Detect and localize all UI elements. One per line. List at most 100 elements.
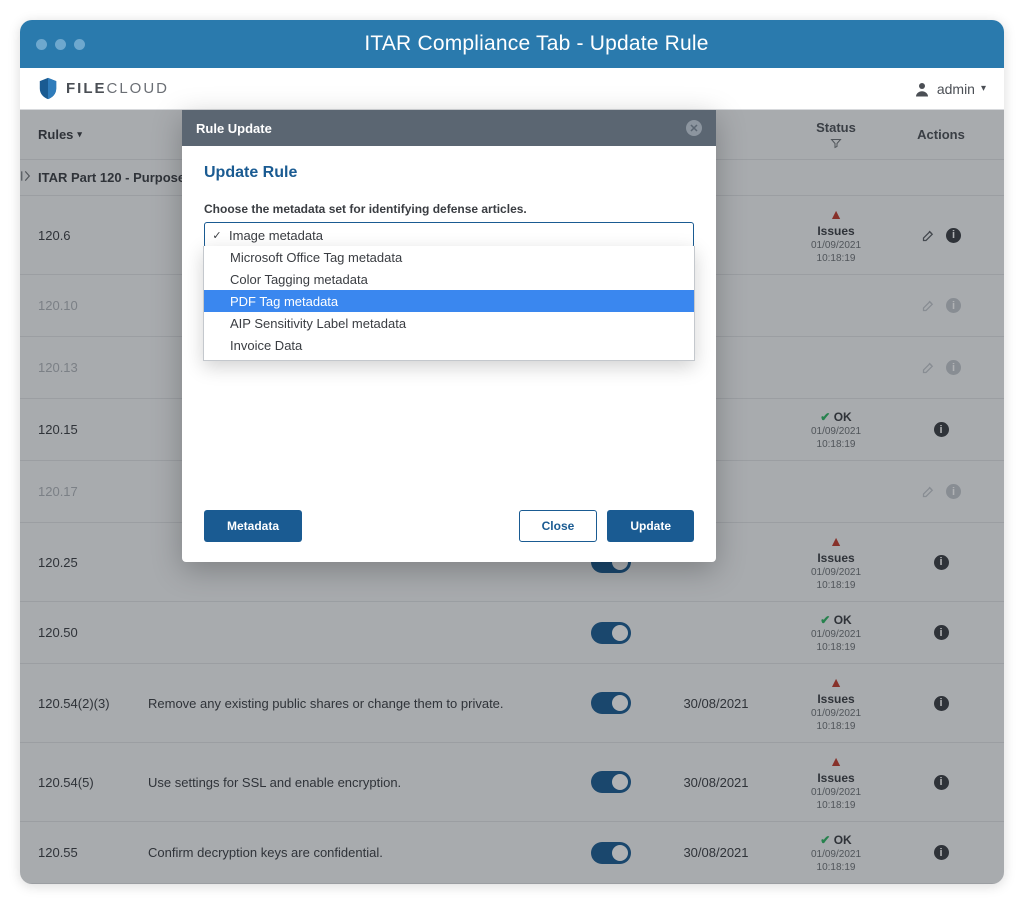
rule-toggle[interactable] xyxy=(591,842,631,864)
close-button[interactable]: Close xyxy=(519,510,598,542)
minimize-window-dot[interactable] xyxy=(55,39,66,50)
edit-icon[interactable] xyxy=(921,298,936,313)
rule-description: Remove any existing public shares or cha… xyxy=(148,696,566,711)
status-date: 01/09/2021 xyxy=(811,708,861,719)
filter-icon xyxy=(830,137,842,149)
window-titlebar: ITAR Compliance Tab - Update Rule xyxy=(20,20,1004,68)
metadata-option[interactable]: PDF Tag metadata xyxy=(204,290,694,312)
update-button[interactable]: Update xyxy=(607,510,694,542)
rule-actions: i xyxy=(896,360,986,375)
table-row: 120.54(5)Use settings for SSL and enable… xyxy=(20,743,1004,822)
modal-title: Update Rule xyxy=(204,164,694,182)
logo-icon xyxy=(38,77,58,100)
rule-id: 120.25 xyxy=(38,555,148,570)
rule-toggle[interactable] xyxy=(591,692,631,714)
status-time: 10:18:19 xyxy=(817,580,856,591)
rule-actions: i xyxy=(896,484,986,499)
metadata-option[interactable]: AIP Sensitivity Label metadata xyxy=(204,312,694,334)
edit-icon[interactable] xyxy=(921,228,936,243)
brand-logo[interactable]: FILECLOUD xyxy=(38,77,169,100)
info-icon[interactable]: i xyxy=(934,696,949,711)
checkmark-icon: ✓ xyxy=(211,229,223,242)
rule-date: 30/08/2021 xyxy=(656,845,776,860)
modal-header: Rule Update ✕ xyxy=(182,110,716,146)
column-status[interactable]: Status xyxy=(776,120,896,149)
sidebar-expand-handle[interactable] xyxy=(20,166,38,186)
info-icon[interactable]: i xyxy=(946,484,961,499)
modal-close-button[interactable]: ✕ xyxy=(686,120,702,136)
user-icon xyxy=(913,80,931,98)
info-icon[interactable]: i xyxy=(946,228,961,243)
metadata-option[interactable]: Color Tagging metadata xyxy=(204,268,694,290)
column-rules[interactable]: Rules▾ xyxy=(38,127,148,142)
info-icon[interactable]: i xyxy=(934,625,949,640)
info-icon[interactable]: i xyxy=(946,298,961,313)
rule-status: ▲Issues01/09/202110:18:19 xyxy=(776,753,896,811)
update-rule-modal: Rule Update ✕ Update Rule Choose the met… xyxy=(182,110,716,562)
user-label: admin xyxy=(937,81,975,97)
warning-icon: ▲ xyxy=(829,533,843,549)
rule-id: 120.55 xyxy=(38,845,148,860)
chevron-down-icon: ▾ xyxy=(981,83,986,94)
info-icon[interactable]: i xyxy=(934,422,949,437)
rule-id: 120.54(2)(3) xyxy=(38,696,148,711)
status-date: 01/09/2021 xyxy=(811,629,861,640)
rule-actions: i xyxy=(896,555,986,570)
rule-id: 120.6 xyxy=(38,228,148,243)
status-label: Issues xyxy=(817,551,854,565)
warning-icon: ▲ xyxy=(829,674,843,690)
rule-toggle[interactable] xyxy=(591,771,631,793)
modal-footer: Metadata Close Update xyxy=(182,506,716,562)
rule-description: Use settings for SSL and enable encrypti… xyxy=(148,775,566,790)
info-icon[interactable]: i xyxy=(934,845,949,860)
status-label: Issues xyxy=(817,224,854,238)
rule-toggle[interactable] xyxy=(591,622,631,644)
rule-toggle-cell xyxy=(566,771,656,793)
rule-id: 120.13 xyxy=(38,360,148,375)
rule-actions: i xyxy=(896,625,986,640)
rule-id: 120.17 xyxy=(38,484,148,499)
rule-actions: i xyxy=(896,696,986,711)
rule-id: 120.15 xyxy=(38,422,148,437)
edit-icon[interactable] xyxy=(921,484,936,499)
select-current[interactable]: ✓ Image metadata xyxy=(205,223,693,247)
status-time: 10:18:19 xyxy=(817,721,856,732)
rule-status: ✔ OK01/09/202110:18:19 xyxy=(776,410,896,450)
status-label: ✔ OK xyxy=(820,613,851,627)
window-title: ITAR Compliance Tab - Update Rule xyxy=(85,32,988,56)
maximize-window-dot[interactable] xyxy=(74,39,85,50)
status-label: Issues xyxy=(817,771,854,785)
rule-status: ✔ OK01/09/202110:18:19 xyxy=(776,833,896,873)
table-row: 120.55Confirm decryption keys are confid… xyxy=(20,822,1004,884)
status-label: Issues xyxy=(817,692,854,706)
table-row: 120.54(2)(3)Remove any existing public s… xyxy=(20,664,1004,743)
status-time: 10:18:19 xyxy=(817,862,856,873)
close-window-dot[interactable] xyxy=(36,39,47,50)
status-date: 01/09/2021 xyxy=(811,240,861,251)
rule-actions: i xyxy=(896,228,986,243)
warning-icon: ▲ xyxy=(829,206,843,222)
warning-icon: ▲ xyxy=(829,753,843,769)
metadata-select[interactable]: ✓ Image metadata Microsoft Office Tag me… xyxy=(204,222,694,248)
edit-icon[interactable] xyxy=(921,360,936,375)
metadata-dropdown: Microsoft Office Tag metadataColor Taggi… xyxy=(203,246,695,361)
rule-date: 30/08/2021 xyxy=(656,775,776,790)
metadata-option[interactable]: Invoice Data xyxy=(204,334,694,356)
rule-id: 120.50 xyxy=(38,625,148,640)
column-actions: Actions xyxy=(896,127,986,142)
metadata-button[interactable]: Metadata xyxy=(204,510,302,542)
rule-status: ▲ Issues 01/09/2021 10:18:19 xyxy=(776,674,896,732)
rule-toggle-cell xyxy=(566,692,656,714)
info-icon[interactable]: i xyxy=(946,360,961,375)
info-icon[interactable]: i xyxy=(934,775,949,790)
app-header: FILECLOUD admin ▾ xyxy=(20,68,1004,110)
status-label: ✔ OK xyxy=(820,833,851,847)
rule-status: ▲Issues01/09/202110:18:19 xyxy=(776,533,896,591)
user-menu[interactable]: admin ▾ xyxy=(913,80,986,98)
rule-status: ✔ OK01/09/202110:18:19 xyxy=(776,613,896,653)
window-controls xyxy=(36,39,85,50)
rule-description: Confirm decryption keys are confidential… xyxy=(148,845,566,860)
metadata-option[interactable]: Microsoft Office Tag metadata xyxy=(204,246,694,268)
table-row: 120.50✔ OK01/09/202110:18:19i xyxy=(20,602,1004,664)
info-icon[interactable]: i xyxy=(934,555,949,570)
